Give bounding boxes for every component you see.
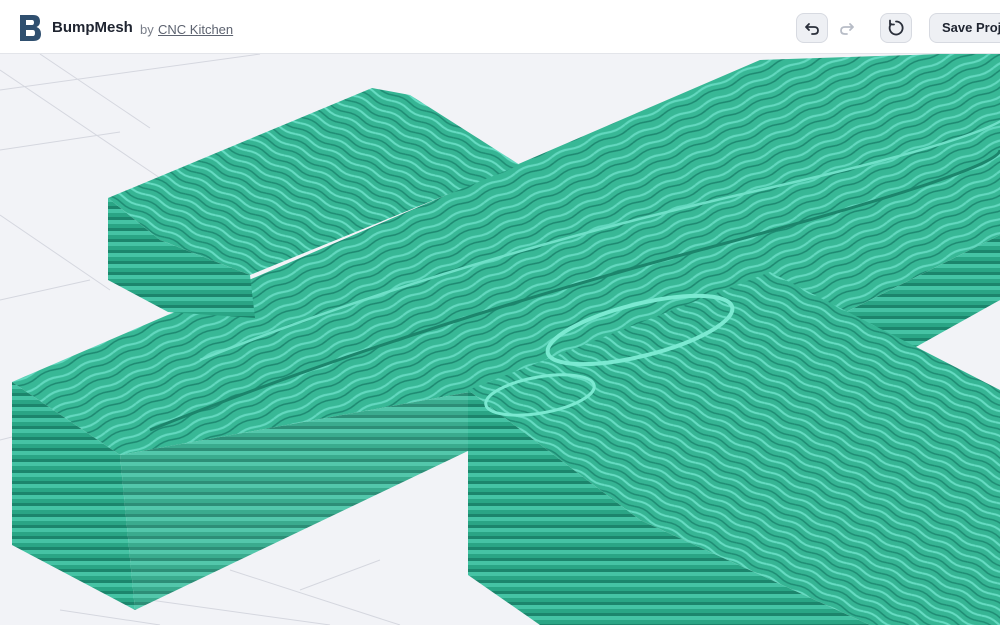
undo-button[interactable] (796, 13, 828, 43)
undo-icon (805, 23, 819, 35)
reset-icon (888, 19, 904, 36)
redo-icon (840, 23, 854, 35)
top-bar: BumpMesh by CNC Kitchen Save Proje (0, 0, 1000, 54)
3d-viewport[interactable] (0, 54, 1000, 625)
author-link[interactable]: CNC Kitchen (158, 22, 233, 37)
textured-mesh-model (12, 54, 1000, 625)
bumpmesh-logo-icon[interactable] (18, 14, 42, 42)
save-project-button[interactable]: Save Proje (929, 13, 1000, 43)
reset-button[interactable] (880, 13, 912, 43)
viewport-canvas (0, 54, 1000, 625)
app-name: BumpMesh (52, 19, 133, 36)
by-label: by (140, 22, 154, 37)
redo-button[interactable] (831, 13, 863, 43)
